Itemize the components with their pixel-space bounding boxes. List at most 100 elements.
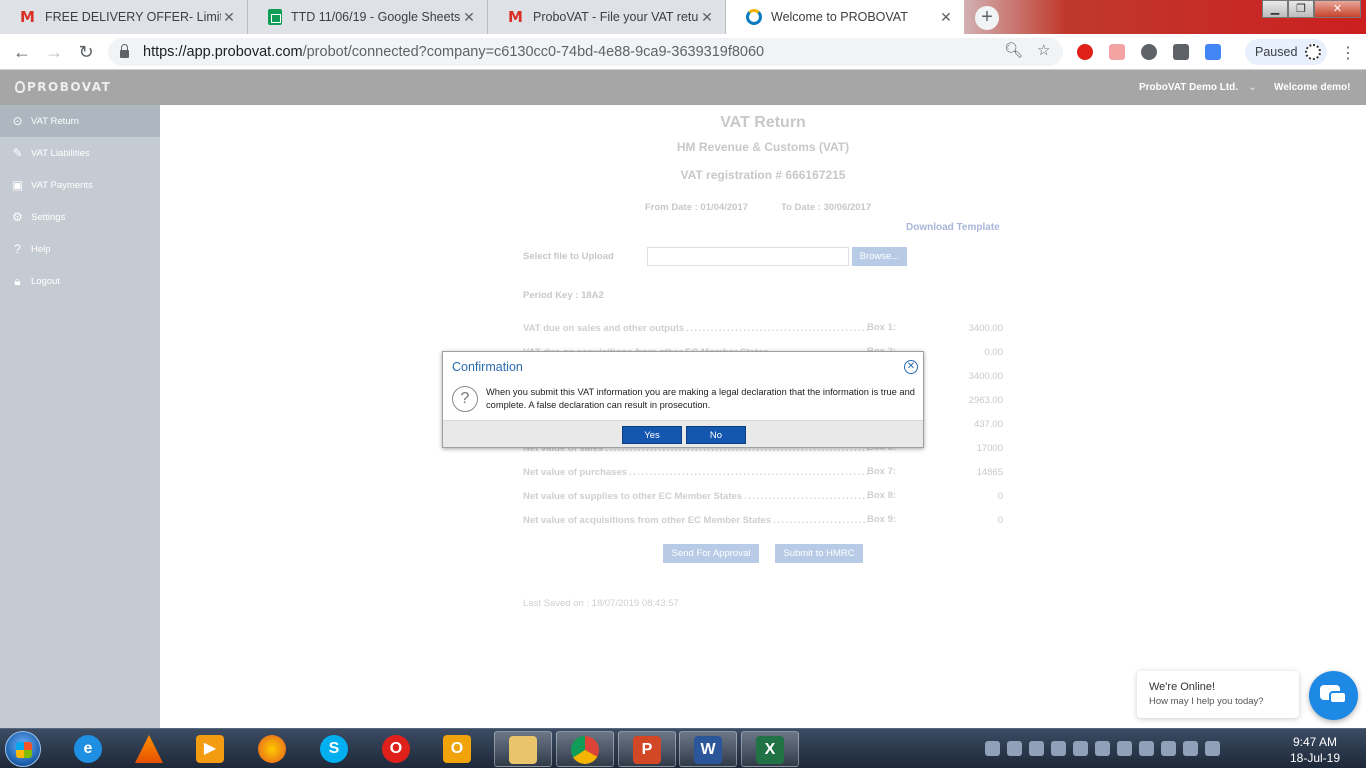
- window-close-button[interactable]: ✕: [1314, 0, 1361, 18]
- tray-icon[interactable]: [1007, 741, 1022, 756]
- extension-icon[interactable]: [1109, 44, 1125, 60]
- chat-launcher-button[interactable]: [1309, 671, 1358, 720]
- tray-icon[interactable]: [1029, 741, 1044, 756]
- sidebar-item-vat-payments[interactable]: ▣ VAT Payments: [0, 169, 160, 201]
- no-button[interactable]: No: [686, 426, 746, 444]
- profile-paused-button[interactable]: Paused: [1245, 39, 1327, 65]
- windows-logo-icon: [16, 742, 32, 758]
- chrome-tray-icon[interactable]: [985, 741, 1000, 756]
- powerpoint-icon[interactable]: P: [618, 731, 676, 767]
- box-8-number: Box 8:: [867, 490, 897, 501]
- close-icon[interactable]: ✕: [938, 9, 954, 26]
- box-8-label: Net value of supplies to other EC Member…: [523, 491, 868, 502]
- welcome-user[interactable]: Welcome demo!: [1274, 82, 1351, 93]
- bookmark-star-icon[interactable]: ☆: [1037, 41, 1050, 59]
- bluetooth-icon[interactable]: [1073, 741, 1088, 756]
- page-subtitle: HM Revenue & Customs (VAT): [676, 140, 850, 154]
- browse-button[interactable]: Browse...: [852, 247, 907, 266]
- tab-title: Welcome to PROBOVAT: [771, 10, 908, 24]
- reload-icon[interactable]: ↻: [75, 42, 97, 63]
- volume-icon[interactable]: [1051, 741, 1066, 756]
- close-icon[interactable]: ✕: [699, 9, 715, 26]
- zoom-icon[interactable]: 🔍︎: [1004, 41, 1023, 59]
- liabilities-icon: ✎: [12, 145, 23, 160]
- from-date: From Date : 01/04/2017: [645, 202, 748, 213]
- firefox-icon[interactable]: [244, 731, 302, 767]
- outlook-icon[interactable]: O: [429, 731, 487, 767]
- app-header: PROBOVAT ProboVAT Demo Ltd. ⌄ Welcome dem…: [0, 70, 1366, 105]
- minimize-button[interactable]: ▁: [1262, 0, 1288, 18]
- sidebar-item-vat-liabilities[interactable]: ✎ VAT Liabilities: [0, 137, 160, 169]
- system-tray: [985, 741, 1220, 757]
- chat-greeting[interactable]: We're Online! How may I help you today?: [1137, 671, 1299, 718]
- tab-title: TTD 11/06/19 - Google Sheets: [291, 10, 461, 24]
- download-template-link[interactable]: Download Template: [906, 222, 1000, 233]
- box-7-number: Box 7:: [867, 466, 897, 477]
- back-icon[interactable]: ←: [11, 42, 33, 63]
- confirmation-dialog: Confirmation ✕ ? When you submit this VA…: [442, 351, 924, 448]
- network-icon[interactable]: [1095, 741, 1110, 756]
- window-controls: ▁ ❐ ✕: [1262, 0, 1361, 18]
- tab-welcome-probovat[interactable]: Welcome to PROBOVAT ✕: [726, 0, 964, 34]
- tab-title: FREE DELIVERY OFFER- Limited T: [45, 10, 221, 24]
- close-icon[interactable]: ✕: [904, 360, 918, 374]
- tab-probovat-file[interactable]: ProboVAT - File your VAT return ✕: [488, 0, 726, 34]
- sidebar-item-label: Logout: [31, 275, 61, 287]
- page-title: VAT Return: [720, 114, 806, 131]
- action-center-flag-icon[interactable]: [1161, 741, 1176, 756]
- signal-icon[interactable]: [1205, 741, 1220, 756]
- lock-icon: [120, 44, 129, 58]
- tab-google-sheets[interactable]: TTD 11/06/19 - Google Sheets ✕: [248, 0, 488, 34]
- send-for-approval-button[interactable]: Send For Approval: [663, 544, 759, 563]
- save-extension-icon[interactable]: [1173, 44, 1189, 60]
- sidebar-item-help[interactable]: ? Help: [0, 233, 160, 265]
- chrome-icon[interactable]: [556, 731, 614, 767]
- menu-icon[interactable]: ⋮: [1340, 43, 1356, 63]
- box-1-label: VAT due on sales and other outputs: [523, 323, 868, 334]
- excel-icon[interactable]: X: [741, 731, 799, 767]
- restore-button[interactable]: ❐: [1288, 0, 1314, 18]
- box-7-value: 14865: [976, 467, 1003, 478]
- logo-icon: [15, 81, 25, 93]
- dialog-footer: Yes No: [443, 420, 923, 447]
- company-selector[interactable]: ProboVAT Demo Ltd. ⌄: [1139, 82, 1256, 93]
- box-9-label: Net value of acquisitions from other EC …: [523, 515, 868, 526]
- tray-icon[interactable]: [1117, 741, 1132, 756]
- dialog-body: ? When you submit this VAT information y…: [443, 382, 923, 420]
- word-icon[interactable]: W: [679, 731, 737, 767]
- profile-status: Paused: [1255, 45, 1298, 59]
- tab-gmail-offer[interactable]: FREE DELIVERY OFFER- Limited T ✕: [0, 0, 248, 34]
- file-explorer-icon[interactable]: [494, 731, 552, 767]
- yes-button[interactable]: Yes: [622, 426, 682, 444]
- opera-extension-icon[interactable]: [1077, 44, 1093, 60]
- start-button[interactable]: [5, 731, 41, 767]
- help-icon: ?: [14, 241, 21, 256]
- close-icon[interactable]: ✕: [221, 9, 237, 26]
- internet-explorer-icon[interactable]: e: [60, 731, 118, 767]
- system-clock[interactable]: 9:47 AM 18-Jul-19: [1280, 734, 1350, 766]
- sidebar-item-logout[interactable]: 🔒︎ Logout: [0, 265, 160, 297]
- tray-icon[interactable]: [1139, 741, 1154, 756]
- address-bar[interactable]: https://app.probovat.com/probot/connecte…: [108, 38, 1063, 66]
- opera-icon[interactable]: O: [368, 731, 426, 767]
- box-3-value: 3400.00: [968, 371, 1003, 382]
- media-player-icon[interactable]: ▶: [182, 731, 240, 767]
- vlc-icon[interactable]: [121, 731, 179, 767]
- sidebar-item-vat-return[interactable]: ⊙ VAT Return: [0, 105, 160, 137]
- submit-to-hmrc-button[interactable]: Submit to HMRC: [775, 544, 863, 563]
- sidebar: ⊙ VAT Return ✎ VAT Liabilities ▣ VAT Pay…: [0, 105, 160, 728]
- probovat-icon: [746, 9, 762, 25]
- skype-icon[interactable]: S: [306, 731, 364, 767]
- dialog-title: Confirmation: [452, 360, 523, 374]
- close-icon[interactable]: ✕: [461, 9, 477, 26]
- new-tab-button[interactable]: +: [975, 6, 999, 30]
- sidebar-item-settings[interactable]: ⚙ Settings: [0, 201, 160, 233]
- forward-icon[interactable]: →: [43, 42, 65, 63]
- question-icon: ?: [452, 386, 478, 412]
- tray-icon[interactable]: [1183, 741, 1198, 756]
- box-9-number: Box 9:: [867, 514, 897, 525]
- calendar-icon[interactable]: [1205, 44, 1221, 60]
- download-icon[interactable]: [1141, 44, 1157, 60]
- url-path: /probot/connected?company=c6130cc0-74bd-…: [302, 44, 765, 60]
- file-path-input[interactable]: [647, 247, 849, 266]
